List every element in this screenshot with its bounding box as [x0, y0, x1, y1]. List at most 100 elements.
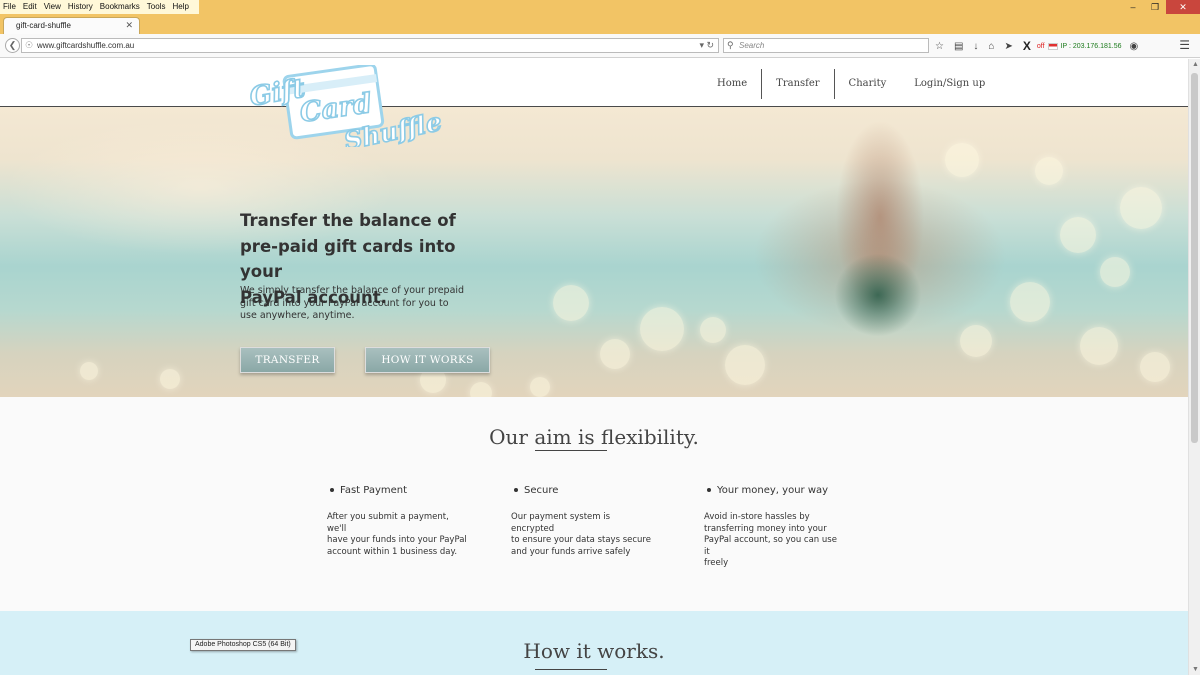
toolbar-icons: ☆ ▤ ↓ ⌂ ➤ X off IP : 203.176.181.56 ◉ [935, 39, 1148, 53]
bokeh-light [600, 339, 630, 369]
feature-line: account within 1 business day. [327, 546, 458, 557]
feature-line: Avoid in-store hassles by [704, 512, 810, 522]
reading-list-icon[interactable]: ▤ [954, 41, 963, 52]
ip-address: IP : 203.176.181.56 [1060, 42, 1122, 50]
site-header: Home Transfer Charity Login/Sign up [0, 59, 1188, 107]
back-icon[interactable]: ❮ [5, 38, 20, 53]
hero-subtitle: We simply transfer the balance of your p… [240, 285, 465, 323]
nav-charity[interactable]: Charity [835, 69, 901, 99]
how-it-works-section: How it works. [0, 611, 1188, 675]
taskbar-tooltip: Adobe Photoshop CS5 (64 Bit) [190, 639, 296, 651]
feature-line: Our payment system is encrypted [511, 512, 611, 534]
bokeh-light [553, 285, 589, 321]
reload-icon[interactable]: ▾ ↻ [699, 40, 714, 51]
menu-tools[interactable]: Tools [147, 0, 166, 14]
bokeh-light [1080, 327, 1118, 365]
menu-help[interactable]: Help [172, 0, 188, 14]
flag-icon [1047, 42, 1058, 50]
browser-tab[interactable]: gift-card-shuffle ✕ [3, 17, 140, 34]
bullet-icon [514, 488, 518, 492]
bullet-icon [707, 488, 711, 492]
feature-body: After you submit a payment, we'll have y… [327, 512, 467, 558]
aim-section: Our aim is flexibility. Fast Payment Aft… [0, 397, 1188, 611]
bullet-icon [330, 488, 334, 492]
feature-line: After you submit a payment, we'll [327, 512, 449, 534]
bokeh-light [960, 325, 992, 357]
feature-line: have your funds into your PayPal [327, 535, 467, 545]
tab-title: gift-card-shuffle [16, 21, 71, 30]
transfer-button[interactable]: TRANSFER [240, 347, 335, 373]
chat-icon[interactable]: ◉ [1130, 41, 1139, 52]
home-icon[interactable]: ⌂ [988, 41, 994, 52]
feature-heading: Secure [514, 485, 651, 496]
menu-edit[interactable]: Edit [23, 0, 37, 14]
nav-transfer[interactable]: Transfer [762, 69, 833, 99]
vpn-status: off [1036, 42, 1045, 50]
bokeh-light [1010, 282, 1050, 322]
gift-card-shuffle-logo[interactable]: Gift Card Shuffle [248, 65, 443, 147]
bokeh-light [530, 377, 550, 397]
feature-line: PayPal account, so you can use it [704, 535, 837, 557]
hero-title-line: Transfer the balance of [240, 211, 456, 230]
tab-strip: gift-card-shuffle ✕ + [0, 14, 1200, 44]
feature-title: Your money, your way [717, 485, 829, 496]
bokeh-light [1060, 217, 1096, 253]
url-bar[interactable]: ☉ www.giftcardshuffle.com.au ▾ ↻ [21, 38, 719, 53]
close-window-icon[interactable]: ✕ [1166, 0, 1200, 14]
bookmark-star-icon[interactable]: ☆ [935, 41, 944, 52]
window-controls: – ❐ ✕ [1122, 0, 1200, 14]
hero-subtitle-line: We simply transfer the balance of your p… [240, 285, 465, 296]
navigation-toolbar: ❮ ☉ www.giftcardshuffle.com.au ▾ ↻ ⚲ Sea… [0, 34, 1200, 58]
minimize-icon[interactable]: – [1122, 0, 1144, 14]
menu-bookmarks[interactable]: Bookmarks [100, 0, 140, 14]
feature-line: freely [704, 558, 729, 568]
bokeh-light [470, 382, 492, 397]
bokeh-light [1120, 187, 1162, 229]
scroll-down-icon[interactable]: ▼ [1192, 666, 1199, 673]
menu-bar: File Edit View History Bookmarks Tools H… [0, 0, 1200, 14]
feature-title: Secure [524, 485, 559, 496]
nav-login[interactable]: Login/Sign up [900, 69, 999, 99]
feature-title: Fast Payment [340, 485, 408, 496]
site-identity-icon[interactable]: ☉ [25, 40, 33, 51]
how-it-works-title: How it works. [523, 639, 665, 663]
nav-home[interactable]: Home [703, 69, 761, 99]
hero-subtitle-line: gift card into your PayPal account for y… [240, 297, 449, 309]
feature-line: transferring money into your [704, 523, 827, 534]
scroll-up-icon[interactable]: ▲ [1192, 61, 1199, 68]
restore-icon[interactable]: ❐ [1144, 0, 1166, 14]
feature-line: and your funds arrive safely [511, 546, 631, 557]
search-bar[interactable]: ⚲ Search [723, 38, 929, 53]
bokeh-light [1035, 157, 1063, 185]
how-it-works-button[interactable]: HOW IT WORKS [365, 347, 490, 373]
hamburger-menu-icon[interactable]: ☰ [1179, 38, 1190, 52]
menu-view[interactable]: View [44, 0, 61, 14]
hero-photo-trunks [828, 247, 928, 342]
bokeh-light [1100, 257, 1130, 287]
menu-list: File Edit View History Bookmarks Tools H… [0, 0, 199, 14]
menu-file[interactable]: File [3, 0, 16, 14]
feature-line: to ensure your data stays secure [511, 535, 651, 545]
hero-subtitle-line: use anywhere, anytime. [240, 310, 355, 321]
feature-body: Avoid in-store hassles by transferring m… [704, 512, 844, 570]
how-title-underline [535, 669, 607, 670]
bokeh-light [1140, 352, 1170, 382]
feature-fast-payment: Fast Payment After you submit a payment,… [327, 485, 467, 558]
bokeh-light [700, 317, 726, 343]
hero-banner: Transfer the balance of pre-paid gift ca… [0, 107, 1188, 397]
feature-your-money: Your money, your way Avoid in-store hass… [704, 485, 844, 570]
bokeh-light [80, 362, 98, 380]
bokeh-light [640, 307, 684, 351]
feature-body: Our payment system is encrypted to ensur… [511, 512, 651, 558]
feature-heading: Your money, your way [707, 485, 844, 496]
download-icon[interactable]: ↓ [973, 41, 978, 52]
page-scrollbar[interactable]: ▲ ▼ [1188, 59, 1200, 675]
x-extension-icon[interactable]: X [1023, 39, 1031, 53]
aim-title-underline [535, 450, 607, 451]
feature-secure: Secure Our payment system is encrypted t… [511, 485, 651, 558]
send-icon[interactable]: ➤ [1004, 41, 1012, 52]
close-tab-icon[interactable]: ✕ [125, 20, 133, 31]
menu-history[interactable]: History [68, 0, 93, 14]
main-nav: Home Transfer Charity Login/Sign up [703, 69, 999, 99]
scrollbar-thumb[interactable] [1191, 73, 1198, 443]
